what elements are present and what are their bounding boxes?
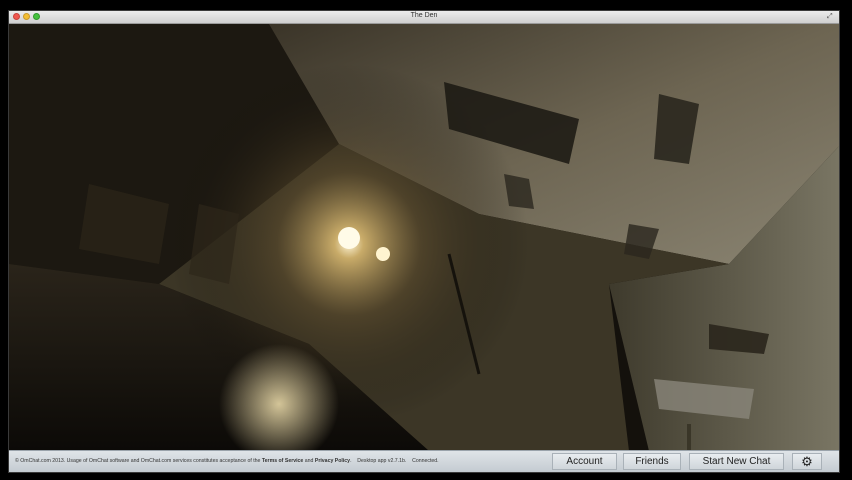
account-button[interactable]: Account xyxy=(552,453,617,470)
terms-of-service-link[interactable]: Terms of Service xyxy=(262,458,303,464)
gear-icon: ⚙ xyxy=(801,454,813,469)
privacy-policy-link[interactable]: Privacy Policy xyxy=(315,458,350,464)
settings-button[interactable]: ⚙ xyxy=(792,453,822,470)
friends-button[interactable]: Friends xyxy=(623,453,681,470)
footer-legal-text: © OmChat.com 2013. Usage of OmChat softw… xyxy=(15,458,439,464)
window-title: The Den xyxy=(410,12,438,19)
version-text: Desktop app v2.7.1b. xyxy=(357,458,407,464)
and-text: and xyxy=(303,458,315,464)
footer-bar: © OmChat.com 2013. Usage of OmChat softw… xyxy=(9,450,839,472)
fullscreen-icon[interactable]: ⤢ xyxy=(827,13,835,21)
legal-suffix: . xyxy=(350,458,352,464)
start-new-chat-button[interactable]: Start New Chat xyxy=(689,453,784,470)
app-window: The Den ⤢ © OmChat.com 2013. Usage of Om… xyxy=(8,10,840,473)
video-feed xyxy=(9,24,839,451)
video-frame-image xyxy=(9,24,839,451)
legal-prefix: © OmChat.com 2013. Usage of OmChat softw… xyxy=(15,458,262,464)
connection-status: Connected. xyxy=(412,458,439,464)
title-bar: The Den ⤢ xyxy=(9,11,839,24)
